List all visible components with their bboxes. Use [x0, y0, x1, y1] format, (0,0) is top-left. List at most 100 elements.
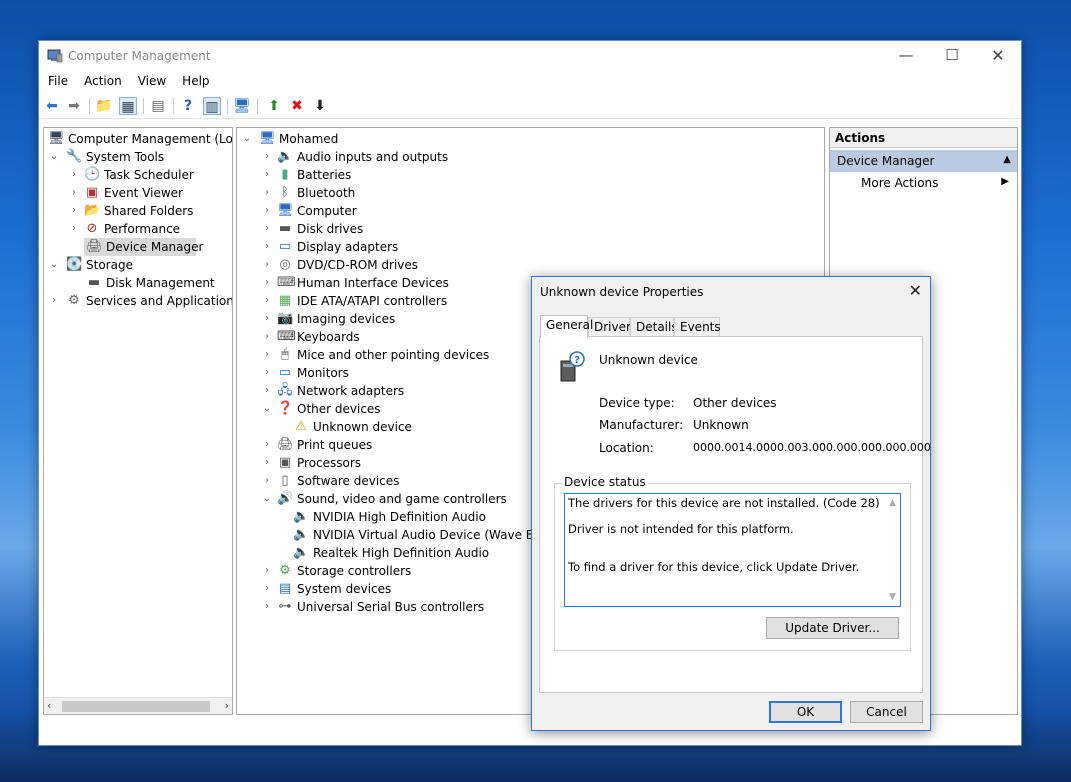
dialog-title: Unknown device Properties	[540, 285, 704, 299]
up-folder-icon[interactable]: 📁	[95, 97, 113, 115]
show-action-pane-icon[interactable]: ▥	[203, 97, 221, 115]
uninstall-icon[interactable]: ✖	[288, 97, 306, 115]
back-icon[interactable]: ⬅	[43, 97, 61, 115]
actions-header: Actions	[830, 128, 1017, 148]
expanded-chevron-icon[interactable]: ⌄	[241, 130, 253, 148]
device-tree-root[interactable]: ⌄ 🖥 Mohamed	[241, 130, 541, 148]
chevron-right-icon[interactable]: ›	[261, 256, 273, 274]
device-category[interactable]: › ◎ DVD/CD-ROM drives	[261, 256, 681, 274]
close-button[interactable]: ✕	[975, 41, 1021, 72]
chevron-right-icon[interactable]: ›	[68, 202, 80, 220]
expanded-chevron-icon[interactable]: ⌄	[261, 490, 273, 508]
chevron-right-icon[interactable]: ›	[261, 184, 273, 202]
tree-item-disk-management[interactable]: ▬ Disk Management	[84, 274, 228, 292]
chevron-right-icon[interactable]: ›	[261, 580, 273, 598]
dialog-close-button[interactable]: ✕	[909, 281, 922, 300]
tree-item-services[interactable]: › ⚙ Services and Applications	[48, 292, 232, 310]
device-category[interactable]: › ▭ Display adapters	[261, 238, 681, 256]
scroll-down-icon[interactable]: ▼	[889, 592, 896, 602]
chevron-right-icon[interactable]: ›	[68, 166, 80, 184]
chevron-right-icon[interactable]: ›	[68, 220, 80, 238]
device-label: NVIDIA Virtual Audio Device (Wave Exter	[313, 528, 558, 542]
tree-item-shared-folders[interactable]: › 📂 Shared Folders	[68, 202, 228, 220]
device-label: Software devices	[297, 474, 400, 488]
menu-file[interactable]: File	[39, 72, 75, 88]
chevron-right-icon[interactable]: ›	[261, 292, 273, 310]
expanded-chevron-icon[interactable]: ⌄	[261, 400, 273, 418]
cancel-button[interactable]: Cancel	[850, 701, 923, 723]
chevron-right-icon[interactable]: ›	[261, 310, 273, 328]
computer-management-icon: 🖥	[48, 131, 65, 146]
chevron-right-icon[interactable]: ›	[261, 274, 273, 292]
device-category[interactable]: › 🔈 Audio inputs and outputs	[261, 148, 681, 166]
manufacturer-value: Unknown	[693, 418, 749, 432]
device-type-label: Device type:	[599, 396, 675, 410]
tab-driver[interactable]: Driver	[588, 317, 631, 337]
expanded-chevron-icon[interactable]: ⌄	[48, 256, 60, 274]
scan-hardware-icon[interactable]: ⬇	[311, 97, 329, 115]
actions-section-device-manager[interactable]: Device Manager ▲	[830, 150, 1017, 172]
chevron-right-icon[interactable]: ›	[261, 220, 273, 238]
device-label: Keyboards	[297, 330, 360, 344]
toolbar: ⬅ ➡ 📁 ▦ ▤ ? ▥ 🖥 ⬆ ✖ ⬇	[39, 93, 1021, 119]
chevron-right-icon[interactable]: ›	[261, 238, 273, 256]
expanded-chevron-icon[interactable]: ⌄	[48, 148, 60, 166]
device-status-textbox[interactable]: The drivers for this device are not inst…	[564, 493, 901, 607]
chevron-right-icon[interactable]: ›	[48, 292, 60, 310]
tree-item-storage[interactable]: ⌄ 💽 Storage	[48, 256, 228, 274]
chevron-right-icon[interactable]: ›	[261, 166, 273, 184]
help-icon[interactable]: ?	[179, 97, 197, 115]
scroll-right-icon[interactable]: ›	[225, 699, 229, 712]
monitor-icon[interactable]: 🖥	[233, 97, 251, 115]
maximize-button[interactable]: ☐	[929, 41, 975, 72]
collapse-triangle-icon[interactable]: ▲	[1003, 154, 1011, 165]
chevron-right-icon[interactable]: ›	[261, 346, 273, 364]
tree-item-performance[interactable]: › ⊘ Performance	[68, 220, 228, 238]
ok-button[interactable]: OK	[769, 701, 842, 723]
chevron-right-icon[interactable]: ›	[261, 202, 273, 220]
chevron-right-icon[interactable]: ›	[261, 382, 273, 400]
chevron-right-icon[interactable]: ›	[261, 598, 273, 616]
device-label: System devices	[297, 582, 392, 596]
speaker-icon: 🔊	[277, 491, 294, 506]
title-bar[interactable]: Computer Management — ☐ ✕	[39, 41, 1021, 72]
location-label: Location:	[599, 441, 654, 455]
scroll-up-icon[interactable]: ▲	[889, 498, 896, 508]
tab-details[interactable]: Details	[630, 317, 678, 337]
device-category[interactable]: › 🖥 Computer	[261, 202, 681, 220]
menu-bar: File Action View Help	[39, 72, 1021, 92]
minimize-button[interactable]: —	[883, 41, 929, 72]
forward-icon[interactable]: ➡	[65, 97, 83, 115]
device-category[interactable]: › ▬ Disk drives	[261, 220, 681, 238]
chevron-right-icon[interactable]: ›	[261, 328, 273, 346]
chevron-right-icon[interactable]: ›	[68, 184, 80, 202]
chevron-right-icon[interactable]: ›	[261, 472, 273, 490]
tree-item-device-manager[interactable]: 🖨 Device Manager	[84, 238, 203, 256]
scroll-left-icon[interactable]: ‹	[47, 699, 51, 712]
tree-item-event-viewer[interactable]: › ▣ Event Viewer	[68, 184, 228, 202]
device-category[interactable]: › ▮ Batteries	[261, 166, 681, 184]
menu-action[interactable]: Action	[75, 72, 129, 88]
chevron-right-icon[interactable]: ›	[261, 562, 273, 580]
properties-icon[interactable]: ▤	[149, 97, 167, 115]
device-category[interactable]: › ᛒ Bluetooth	[261, 184, 681, 202]
chevron-right-icon[interactable]: ›	[261, 148, 273, 166]
chevron-right-icon[interactable]: ›	[261, 364, 273, 382]
menu-help[interactable]: Help	[173, 72, 216, 88]
device-name: Unknown device	[599, 353, 698, 367]
tree-item-system-tools[interactable]: ⌄ 🔧 System Tools	[48, 148, 228, 166]
scrollbar-thumb[interactable]	[62, 701, 210, 712]
submenu-arrow-icon[interactable]: ▶	[1001, 176, 1009, 187]
tab-general[interactable]: General	[540, 315, 593, 338]
camera-icon: 📷	[277, 311, 294, 326]
update-driver-button[interactable]: Update Driver...	[766, 617, 899, 639]
menu-view[interactable]: View	[129, 72, 173, 88]
update-driver-icon[interactable]: ⬆	[265, 97, 283, 115]
chevron-right-icon[interactable]: ›	[261, 454, 273, 472]
horizontal-scrollbar[interactable]: ‹ ›	[44, 697, 232, 714]
chevron-right-icon[interactable]: ›	[261, 436, 273, 454]
tab-events[interactable]: Events	[674, 317, 721, 337]
more-actions-link[interactable]: More Actions	[861, 176, 938, 190]
tree-item-task-scheduler[interactable]: › 🕒 Task Scheduler	[68, 166, 228, 184]
show-hide-tree-icon[interactable]: ▦	[119, 97, 137, 115]
